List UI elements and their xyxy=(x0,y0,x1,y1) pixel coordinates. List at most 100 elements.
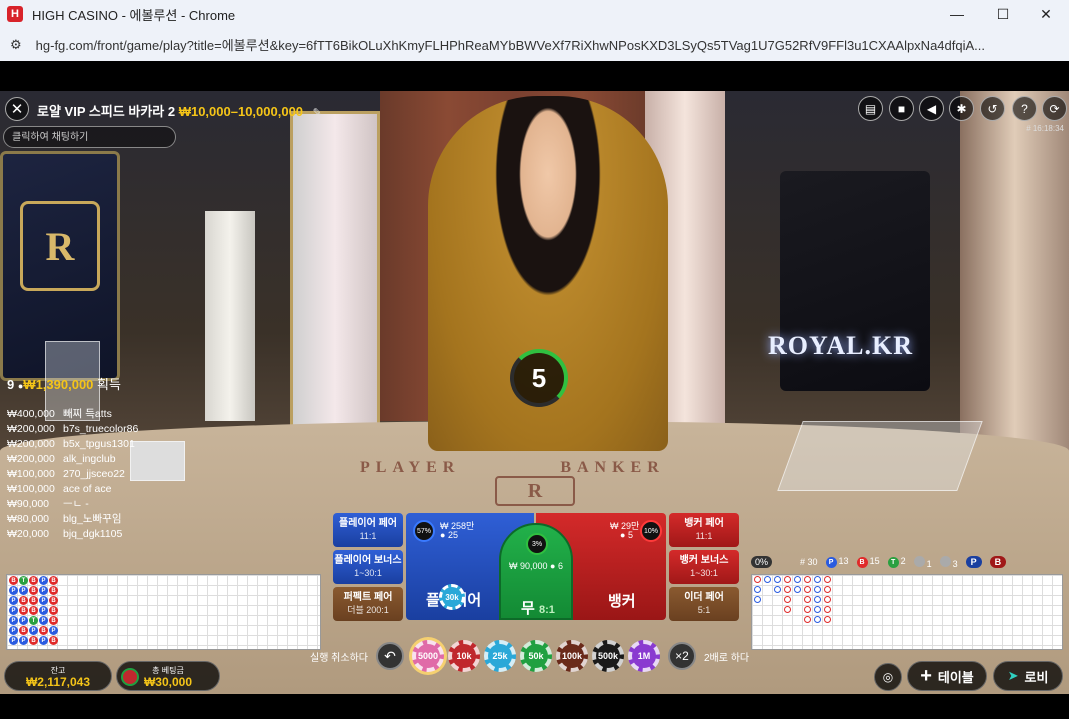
gear-icon[interactable]: ✱ xyxy=(949,96,974,121)
video-icon[interactable]: ■ xyxy=(889,96,914,121)
stats-bar: 0% # 30 P 13 B 15 T2 1 3 P B xyxy=(751,553,1067,571)
winner-name: bjq_dgk1105 xyxy=(63,528,123,540)
big-road-mark xyxy=(814,616,821,623)
bead-P: P xyxy=(19,616,28,625)
chip-500k[interactable]: 500k xyxy=(591,640,624,672)
total-bet-display: 총 베팅금 ₩30,000 xyxy=(116,661,220,691)
url-field[interactable]: hg-fg.com/front/game/play?title=에볼루션&key… xyxy=(36,35,1046,54)
tie-text: 무 xyxy=(521,600,535,617)
bead-B: B xyxy=(29,606,38,615)
tie-bet-zone[interactable]: 3% ₩ 90,000 ● 6 무 8:1 xyxy=(499,523,573,620)
winner-amount: ₩100,000 xyxy=(7,468,55,480)
placed-chip: 30k xyxy=(439,584,465,610)
tables-button[interactable]: + 테이블 xyxy=(907,661,987,691)
close-window-button[interactable]: ✕ xyxy=(1023,0,1069,28)
big-road-mark xyxy=(754,586,761,593)
player-wins-count: 13 xyxy=(838,556,849,566)
chip-50k[interactable]: 50k xyxy=(519,640,552,672)
winners-suffix: 획득 xyxy=(97,377,121,392)
tie-odds: 8:1 xyxy=(538,604,555,616)
lobby-button[interactable]: ➤ 로비 xyxy=(993,661,1063,691)
banker-bonus-button[interactable]: 뱅커 보너스 1~30:1 xyxy=(669,550,739,584)
player-wins: P 13 xyxy=(825,556,849,568)
tables-label: 테이블 xyxy=(937,669,974,685)
winner-name: b7s_truecolor86 xyxy=(63,423,139,435)
history-icon[interactable]: ↺ xyxy=(980,96,1005,121)
bottom-bar xyxy=(0,694,1069,719)
bead-P: P xyxy=(49,626,58,635)
minimize-button[interactable]: — xyxy=(934,0,980,28)
big-road-mark xyxy=(804,606,811,613)
bet-odds: 1~30:1 xyxy=(690,568,718,578)
winners-summary: 9 ●₩1,390,000 획득 xyxy=(7,374,121,393)
winners-list: ₩400,000 빼찌 득atts ₩200,000 b7s_truecolor86 ₩… xyxy=(7,407,138,542)
winner-amount: ₩90,000 xyxy=(7,498,50,510)
bead-B: B xyxy=(19,626,28,635)
bead-road[interactable]: BPPPPPPTPBBPBPBBBBTPBPPPPPBPBBBBBPB xyxy=(6,574,321,650)
bead-P: P xyxy=(39,606,48,615)
banker-pair-button[interactable]: 뱅커 페어 11:1 xyxy=(669,513,739,547)
table-banker-label: BANKER xyxy=(560,459,665,476)
bet-limits[interactable]: ₩10,000–10,000,000 xyxy=(179,104,303,119)
royal-logo: R xyxy=(20,201,100,291)
chat-icon[interactable]: ▤ xyxy=(858,96,883,121)
either-pair-button[interactable]: 이더 페어 5:1 xyxy=(669,587,739,621)
big-road-mark xyxy=(754,576,761,583)
bet-odds: 더블 200:1 xyxy=(347,605,389,615)
pin-icon[interactable]: ✎ xyxy=(313,107,322,119)
plus-icon: + xyxy=(920,664,932,687)
big-road-mark xyxy=(824,596,831,603)
chip-1M[interactable]: 1M xyxy=(627,640,660,672)
close-game-icon[interactable]: ✕ xyxy=(5,97,29,121)
balance-value: ₩2,117,043 xyxy=(25,675,91,689)
player-bonus-button[interactable]: 플레이어 보너스 1~30:1 xyxy=(333,550,403,584)
chat-input[interactable] xyxy=(3,126,176,148)
double-button[interactable]: ×2 xyxy=(667,642,696,670)
bead-B: B xyxy=(49,576,58,585)
refresh-icon[interactable]: ⟳ xyxy=(1042,96,1067,121)
winner-amount: ₩400,000 xyxy=(7,408,55,420)
big-road-mark xyxy=(784,576,791,583)
bead-B: B xyxy=(19,596,28,605)
undo-icon[interactable]: ↶ xyxy=(375,642,404,670)
decor-pillar xyxy=(290,111,380,441)
discard-tray xyxy=(777,421,983,491)
perfect-pair-button[interactable]: 퍼펙트 페어 더블 200:1 xyxy=(333,587,403,621)
window-title: HIGH CASINO - 에볼루션 - Chrome xyxy=(32,7,236,23)
bead-P: P xyxy=(9,636,18,645)
total-bet-value: ₩30,000 xyxy=(143,675,193,689)
winner-row: ₩100,000 ace of ace xyxy=(7,482,138,497)
table-name: 로얄 VIP 스피드 바카라 2 xyxy=(37,104,176,119)
chip-100k[interactable]: 100k xyxy=(555,640,588,672)
chip-10k[interactable]: 10k xyxy=(447,640,480,672)
lobby-arrow-icon: ➤ xyxy=(1007,668,1019,683)
banker-wins-count: 15 xyxy=(869,556,880,566)
bead-P: P xyxy=(29,626,38,635)
bead-P: P xyxy=(9,606,18,615)
person-icon: ● xyxy=(440,530,446,540)
chip-5000[interactable]: 5000 xyxy=(411,640,444,672)
bead-B: B xyxy=(29,636,38,645)
winner-row: ₩100,000 270_jjsceo22 xyxy=(7,467,138,482)
banker-predict-button[interactable]: B xyxy=(989,556,1007,568)
player-predict-button[interactable]: P xyxy=(965,556,982,568)
chip-settings-icon[interactable]: ◎ xyxy=(874,663,902,691)
maximize-button[interactable]: ☐ xyxy=(980,0,1026,28)
volume-icon[interactable]: ◀ xyxy=(919,96,944,121)
winner-row: ₩200,000 b7s_truecolor86 xyxy=(7,422,138,437)
player-bettors-count: 25 xyxy=(447,530,458,540)
banker-percentage: 10% xyxy=(640,520,662,542)
winner-row: ₩200,000 alk_ingclub xyxy=(7,452,138,467)
help-icon[interactable]: ? xyxy=(1012,96,1037,121)
bead-B: B xyxy=(49,616,58,625)
big-road-mark xyxy=(784,586,791,593)
table-player-label: PLAYER xyxy=(360,459,461,476)
bet-odds: 11:1 xyxy=(695,531,713,541)
site-info-icon[interactable]: ⚙ xyxy=(10,37,22,53)
chip-tray: 실행 취소하다 ↶ 5000 10k 25k 50k 100k 500k 1M ×2 2배로… xyxy=(310,640,750,672)
person-icon: ● xyxy=(550,561,556,571)
double-label: 2배로 하다 xyxy=(703,652,750,664)
big-road[interactable] xyxy=(751,574,1063,650)
chip-25k[interactable]: 25k xyxy=(483,640,516,672)
player-pair-button[interactable]: 플레이어 페어 11:1 xyxy=(333,513,403,547)
